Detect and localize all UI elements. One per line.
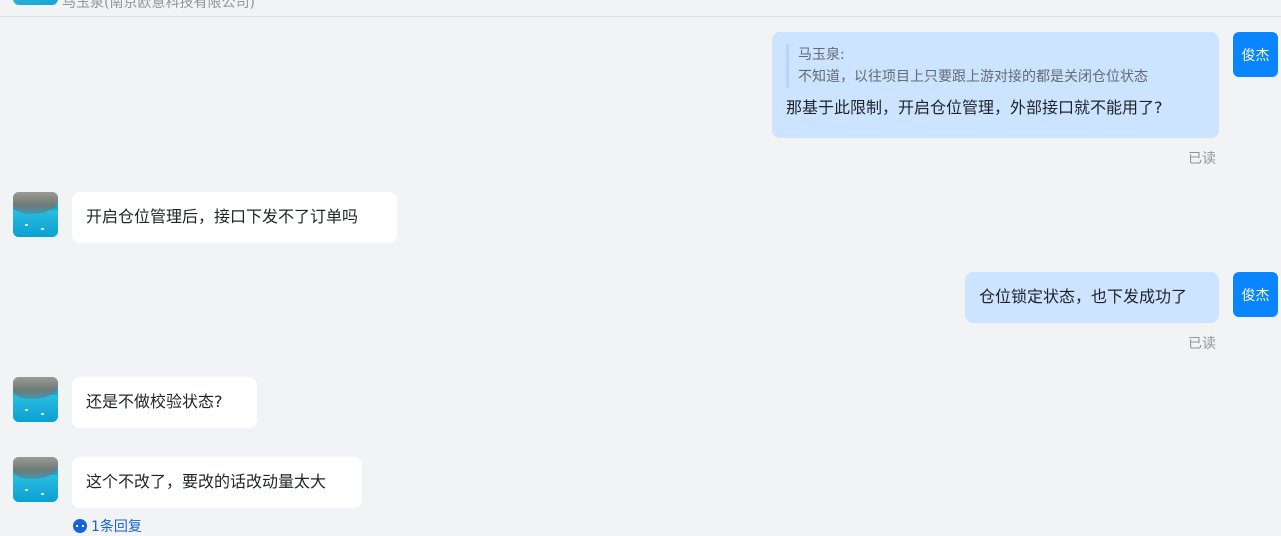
read-status: 已读: [1188, 336, 1216, 352]
avatar[interactable]: [13, 377, 58, 422]
message-text: 还是不做校验状态?: [86, 392, 223, 411]
chat-header-strip: 马玉泉(南京欧意科技有限公司): [0, 0, 1281, 17]
message-bubble[interactable]: 这个不改了，要改的话改动量太大: [72, 457, 362, 508]
avatar[interactable]: [13, 457, 58, 502]
message-bubble[interactable]: 马玉泉: 不知道，以往项目上只要跟上游对接的都是关闭仓位状态 那基于此限制，开启…: [772, 32, 1219, 138]
reply-icon: [73, 519, 87, 533]
read-status: 已读: [1188, 151, 1216, 167]
reply-count-label: 1条回复: [91, 519, 142, 535]
message-bubble[interactable]: 仓位锁定状态，也下发成功了: [965, 272, 1219, 323]
message-bubble[interactable]: 还是不做校验状态?: [72, 377, 257, 428]
sender-name: 马玉泉(南京欧意科技有限公司): [62, 0, 255, 11]
message-text: 仓位锁定状态，也下发成功了: [979, 287, 1188, 306]
message-text: 开启仓位管理后，接口下发不了订单吗: [86, 207, 359, 226]
thread-reply-link[interactable]: 1条回复: [73, 516, 142, 536]
quote-text: 不知道，以往项目上只要跟上游对接的都是关闭仓位状态: [798, 69, 1148, 85]
message-bubble[interactable]: 开启仓位管理后，接口下发不了订单吗: [72, 192, 397, 243]
message-text: 这个不改了，要改的话改动量太大: [86, 472, 327, 491]
quote-author: 马玉泉:: [798, 47, 845, 63]
message-text: 那基于此限制，开启仓位管理，外部接口就不能用了?: [786, 98, 1163, 117]
avatar[interactable]: 俊杰: [1233, 32, 1278, 77]
avatar[interactable]: [13, 0, 58, 5]
avatar[interactable]: [13, 192, 58, 237]
avatar[interactable]: 俊杰: [1233, 272, 1278, 317]
quoted-message[interactable]: 马玉泉: 不知道，以往项目上只要跟上游对接的都是关闭仓位状态: [786, 44, 1205, 88]
